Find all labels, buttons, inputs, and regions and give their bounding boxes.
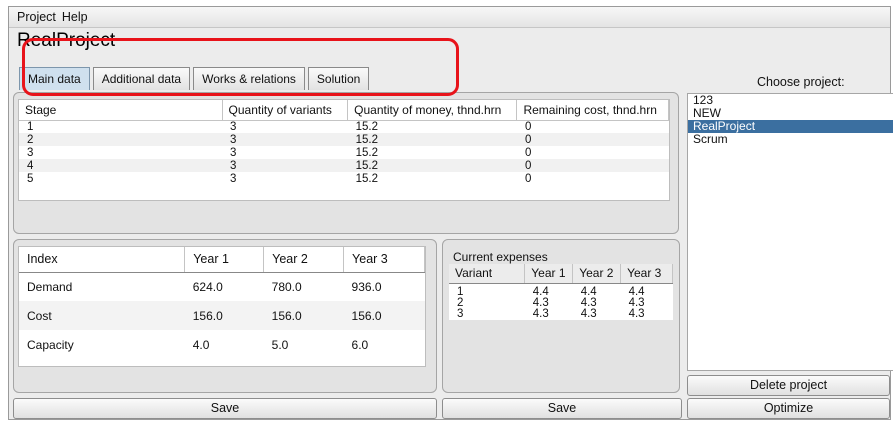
table-row[interactable]: 2 3 15.2 0: [19, 133, 669, 146]
table-row[interactable]: Capacity 4.0 5.0 6.0: [19, 330, 425, 359]
save-button-left[interactable]: Save: [13, 398, 437, 419]
expenses-panel: Current expenses Variant Year 1 Year 2 Y…: [442, 239, 680, 393]
col-header-year-1[interactable]: Year 1: [524, 264, 574, 284]
project-list[interactable]: 123 NEW RealProject Scrum: [687, 93, 893, 371]
table-row[interactable]: 3 3 15.2 0: [19, 146, 669, 159]
cell-stage: 2: [19, 133, 223, 146]
cell-money: 15.2: [347, 172, 517, 185]
col-header-year-1[interactable]: Year 1: [184, 247, 265, 273]
index-panel: Index Year 1 Year 2 Year 3 Demand 624.0 …: [13, 239, 437, 393]
table-row[interactable]: Demand 624.0 780.0 936.0: [19, 272, 425, 301]
cell-variants: 3: [222, 159, 348, 172]
expenses-title: Current expenses: [453, 250, 548, 264]
cell-money: 15.2: [347, 133, 517, 146]
cell-variant: 1: [457, 285, 464, 298]
table-row[interactable]: Cost 156.0 156.0 156.0: [19, 301, 425, 330]
cell-money: 15.2: [347, 159, 517, 172]
project-item-scrum[interactable]: Scrum: [688, 133, 893, 146]
cell-year-3: 4.3: [628, 307, 645, 320]
cell-remaining: 0: [516, 159, 669, 172]
col-header-year-2[interactable]: Year 2: [572, 264, 622, 284]
col-header-year-2[interactable]: Year 2: [263, 247, 345, 273]
menu-project[interactable]: Project: [17, 10, 56, 24]
cell-stage: 4: [19, 159, 223, 172]
index-table-container: Index Year 1 Year 2 Year 3 Demand 624.0 …: [18, 246, 426, 367]
delete-project-button[interactable]: Delete project: [687, 375, 890, 396]
app-window: Project Help RealProject Main data Addit…: [8, 6, 893, 420]
cell-stage: 5: [19, 172, 223, 185]
cell-year-1: 156.0: [184, 301, 264, 330]
menu-bar: Project Help: [9, 7, 890, 28]
cell-year-2: 5.0: [271, 337, 289, 352]
cell-year-1: 624.0: [192, 279, 223, 294]
cell-year-3: 6.0: [351, 337, 369, 352]
cell-stage: 1: [19, 120, 223, 133]
cell-money: 15.2: [347, 146, 517, 159]
cell-remaining: 0: [516, 146, 669, 159]
tab-additional-data[interactable]: Additional data: [92, 67, 191, 90]
cell-year-3: 4.3: [628, 296, 645, 309]
expenses-table-container: Variant Year 1 Year 2 Year 3 1 4.4 4.4 4…: [449, 264, 673, 320]
cell-variants: 3: [222, 120, 348, 133]
table-row[interactable]: 5 3 15.2 0: [19, 172, 669, 185]
table-row[interactable]: 2 4.3 4.3 4.3: [449, 296, 673, 309]
cell-year-2: 4.3: [580, 296, 597, 309]
cell-index-name: Cost: [19, 301, 185, 330]
expenses-table: Variant Year 1 Year 2 Year 3 1 4.4 4.4 4…: [449, 264, 673, 320]
cell-year-3: 936.0: [351, 279, 382, 294]
menu-help[interactable]: Help: [62, 10, 88, 24]
tab-bar: Main data Additional data Works & relati…: [19, 67, 372, 90]
cell-remaining: 0: [516, 120, 669, 133]
save-button-right[interactable]: Save: [442, 398, 682, 419]
project-title: RealProject: [17, 30, 116, 51]
stage-table: Stage Quantity of variants Quantity of m…: [19, 100, 669, 185]
col-header-year-3[interactable]: Year 3: [343, 247, 425, 273]
cell-year-2: 780.0: [271, 279, 302, 294]
col-header-index[interactable]: Index: [19, 247, 186, 273]
col-header-variant[interactable]: Variant: [449, 264, 526, 284]
tab-main-data[interactable]: Main data: [19, 67, 90, 90]
optimize-button[interactable]: Optimize: [687, 398, 890, 419]
cell-year-2: 4.4: [580, 285, 597, 298]
cell-year-3: 156.0: [343, 301, 425, 330]
cell-variant: 2: [457, 296, 464, 309]
col-header-stage[interactable]: Stage: [19, 100, 223, 121]
cell-index-name: Demand: [27, 279, 73, 294]
cell-year-1: 4.0: [192, 337, 210, 352]
cell-remaining: 0: [516, 133, 669, 146]
stage-panel: Stage Quantity of variants Quantity of m…: [13, 92, 679, 234]
table-row[interactable]: 3 4.3 4.3 4.3: [449, 307, 673, 320]
choose-project-label: Choose project:: [757, 75, 845, 89]
cell-year-1: 4.4: [532, 285, 549, 298]
cell-year-1: 4.3: [532, 296, 549, 309]
col-header-year-3[interactable]: Year 3: [620, 264, 673, 284]
index-table: Index Year 1 Year 2 Year 3 Demand 624.0 …: [19, 247, 425, 359]
col-header-quantity-variants[interactable]: Quantity of variants: [222, 100, 349, 121]
tab-works-relations[interactable]: Works & relations: [193, 67, 305, 90]
cell-year-2: 4.3: [580, 307, 597, 320]
cell-variants: 3: [222, 146, 348, 159]
cell-year-3: 4.4: [628, 285, 645, 298]
cell-variants: 3: [222, 172, 348, 185]
table-row[interactable]: 1 3 15.2 0: [19, 120, 669, 133]
cell-stage: 3: [19, 146, 223, 159]
col-header-remaining-cost[interactable]: Remaining cost, thnd.hrn: [516, 100, 669, 121]
cell-variants: 3: [222, 133, 348, 146]
col-header-quantity-money[interactable]: Quantity of money, thnd.hrn: [347, 100, 518, 121]
cell-remaining: 0: [516, 172, 669, 185]
table-row[interactable]: 1 4.4 4.4 4.4: [449, 283, 673, 298]
cell-money: 15.2: [347, 120, 517, 133]
stage-table-container: Stage Quantity of variants Quantity of m…: [18, 99, 670, 201]
cell-index-name: Capacity: [27, 337, 74, 352]
cell-year-2: 156.0: [263, 301, 344, 330]
cell-variant: 3: [457, 307, 464, 320]
cell-year-1: 4.3: [532, 307, 549, 320]
tab-solution[interactable]: Solution: [307, 67, 370, 90]
table-row[interactable]: 4 3 15.2 0: [19, 159, 669, 172]
